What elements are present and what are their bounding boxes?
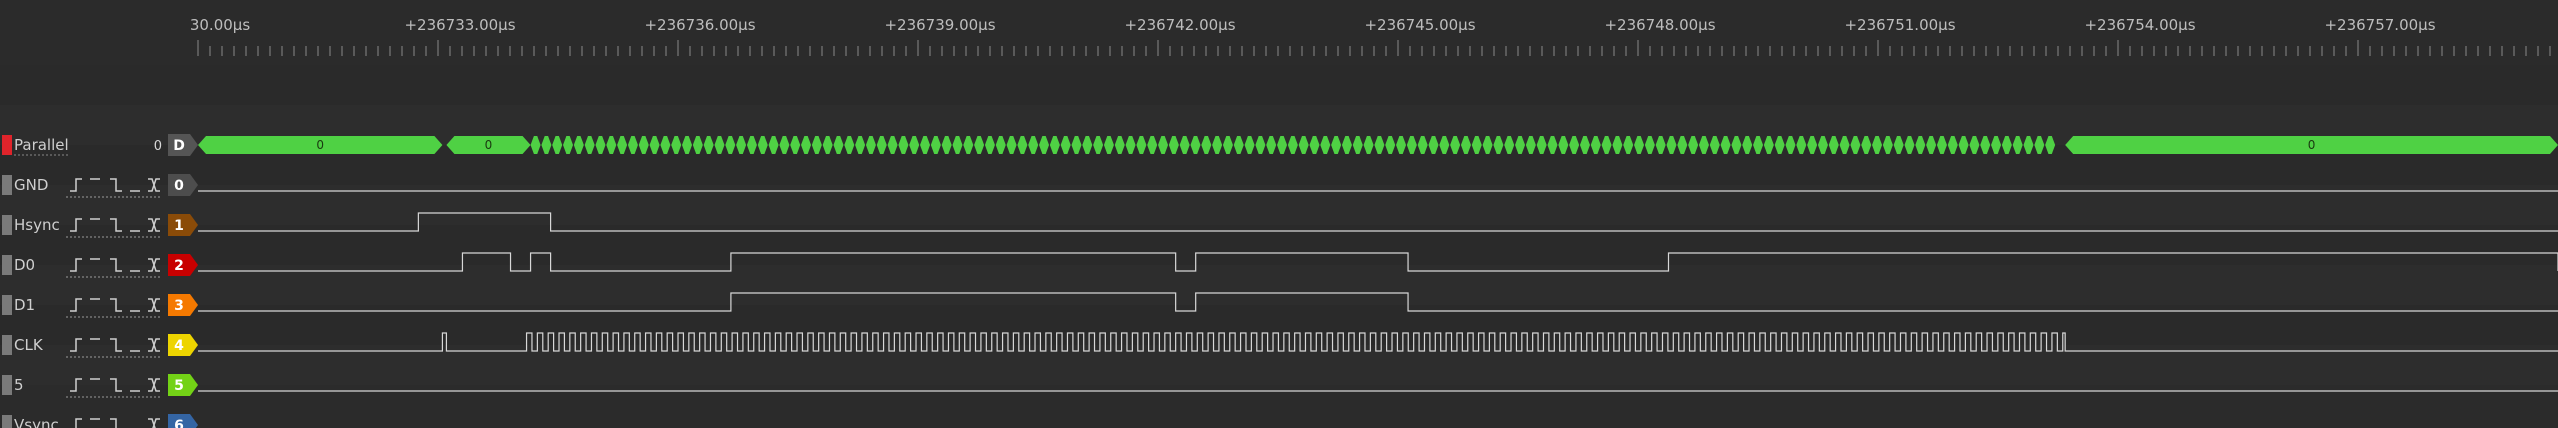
ruler-label: +236751.00µs (1844, 16, 1955, 34)
channel-name: 5 (14, 376, 24, 394)
channel-color-tab[interactable] (2, 335, 12, 355)
ruler-label: +236748.00µs (1604, 16, 1715, 34)
channel-color-tab[interactable] (2, 295, 12, 315)
channel-row-vsync[interactable]: Vsync 6 (2, 414, 2558, 428)
channel-badge[interactable]: 6 (168, 414, 198, 428)
bus-segment-label: 0 (2308, 138, 2316, 152)
ruler-ticks (197, 40, 2551, 56)
channel-name: GND (14, 176, 48, 194)
trace-area[interactable]: Parallel 0 D 0 0 0GND 0Hsync 1D0 2D1 3CLK 45 5Vsync… (0, 60, 2558, 428)
channel-color-tab[interactable] (2, 415, 12, 428)
channel-name: Vsync (14, 416, 59, 428)
badge-label: D (173, 138, 185, 154)
ruler-label: +236757.00µs (2324, 16, 2435, 34)
row-band (0, 65, 2558, 105)
ruler-label: +236742.00µs (1124, 16, 1235, 34)
badge-label: 6 (174, 418, 184, 428)
channel-color-tab[interactable] (2, 215, 12, 235)
logic-analyzer-window: 30.00µs +236733.00µs +236736.00µs +236739.0… (0, 0, 2558, 428)
ruler-label: +236745.00µs (1364, 16, 1475, 34)
bus-segment-label: 0 (485, 138, 493, 152)
ruler-label: +236754.00µs (2084, 16, 2195, 34)
badge-label: 1 (174, 218, 184, 234)
ruler-label: +236733.00µs (404, 16, 515, 34)
channel-color-tab[interactable] (2, 375, 12, 395)
rising-edge-icon[interactable] (70, 418, 82, 428)
falling-edge-icon[interactable] (110, 418, 122, 428)
trigger-buttons[interactable] (66, 418, 160, 428)
badge-label: 4 (174, 338, 184, 354)
channel-name: D0 (14, 256, 35, 274)
channel-color-tab[interactable] (2, 255, 12, 275)
channel-color-tab[interactable] (2, 175, 12, 195)
badge-label: 2 (174, 258, 184, 274)
decoder-value: 0 (154, 139, 162, 154)
any-edge-icon[interactable] (148, 418, 160, 428)
bus-segment-label: 0 (316, 138, 324, 152)
ruler-label: +236739.00µs (884, 16, 995, 34)
channel-color-tab[interactable] (2, 135, 12, 155)
timeline-ruler[interactable]: 30.00µs +236733.00µs +236736.00µs +236739.0… (0, 0, 2558, 60)
ruler-label: +236736.00µs (644, 16, 755, 34)
channel-name: CLK (14, 336, 44, 354)
channel-name: D1 (14, 296, 35, 314)
ruler-labels: 30.00µs +236733.00µs +236736.00µs +236739.0… (190, 16, 2436, 34)
decoder-row-parallel[interactable]: Parallel 0 D 0 0 0 (2, 134, 2558, 156)
badge-label: 3 (174, 298, 184, 314)
badge-label: 0 (174, 178, 184, 194)
decoder-name: Parallel (14, 136, 69, 154)
badge-label: 5 (174, 378, 184, 394)
channel-name: Hsync (14, 216, 60, 234)
ruler-label: 30.00µs (190, 16, 250, 34)
